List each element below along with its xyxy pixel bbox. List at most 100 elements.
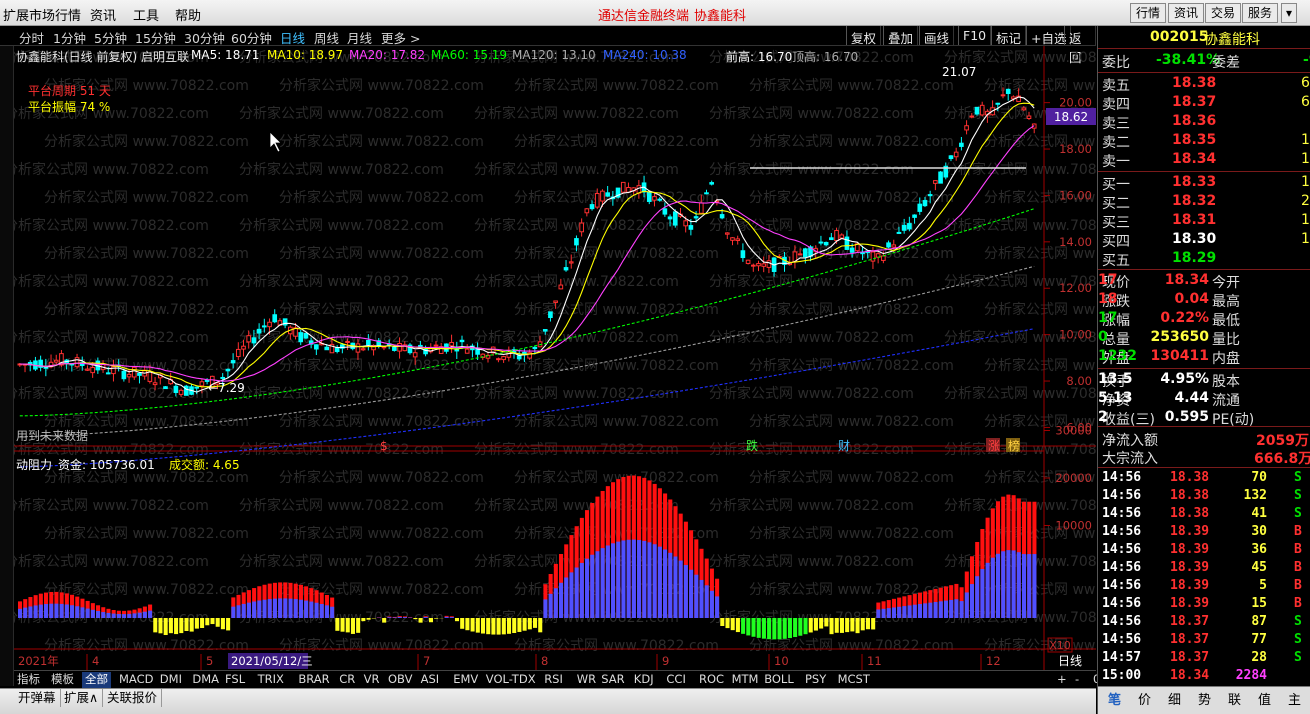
- volume-bar-main: [90, 609, 95, 618]
- volume-bar-main: [298, 599, 303, 618]
- indicator-tab-emv[interactable]: EMV: [450, 672, 481, 688]
- period-more[interactable]: 更多 >: [381, 28, 420, 47]
- volume-bar-down: [777, 618, 782, 640]
- indicator-tab-mcst[interactable]: MCST: [835, 672, 873, 688]
- volume-bar-main: [600, 548, 605, 618]
- indicator-tab-[interactable]: 全部: [82, 672, 111, 688]
- period-timeshare[interactable]: 分时: [19, 28, 44, 47]
- overlay-button[interactable]: 叠加: [883, 26, 919, 46]
- volume-bar-down: [829, 618, 834, 635]
- indicator-tab-asi[interactable]: ASI: [418, 672, 443, 688]
- kline-chart[interactable]: 分析家公式网 www.70822.com 分析家公式网 www.70822.com…: [14, 46, 1096, 676]
- volume-bar-main: [148, 610, 153, 618]
- info-button[interactable]: 资讯: [1168, 3, 1205, 23]
- volume-bar-main: [621, 540, 626, 618]
- indicator-tab-[interactable]: 指标: [14, 672, 43, 688]
- dropdown-arrow-icon[interactable]: ▾: [1281, 3, 1298, 23]
- period-5min[interactable]: 5分钟: [94, 28, 127, 47]
- volume-bar-main: [663, 549, 668, 618]
- indicator-tab-[interactable]: 模板: [48, 672, 77, 688]
- menu-help[interactable]: 帮助: [175, 5, 201, 24]
- candle-body: [683, 220, 688, 227]
- tick-side: B: [1294, 524, 1302, 539]
- quote-button[interactable]: 行情: [1130, 3, 1167, 23]
- period-30min[interactable]: 30分钟: [184, 28, 225, 47]
- volume-bar-main: [626, 539, 631, 618]
- indicator-tab-brar[interactable]: BRAR: [295, 672, 332, 688]
- period-weekly[interactable]: 周线: [314, 28, 339, 47]
- menu-news[interactable]: 资讯: [90, 5, 116, 24]
- volume-bar-main: [923, 603, 928, 618]
- indicator-tab-rsi[interactable]: RSI: [541, 672, 566, 688]
- indicator-tab-dmi[interactable]: DMI: [157, 672, 185, 688]
- period-monthly[interactable]: 月线: [347, 28, 372, 47]
- menu-expand-market[interactable]: 扩展市场行情: [3, 5, 81, 24]
- volume-bar-down: [782, 618, 787, 639]
- left-side-tab[interactable]: [0, 26, 14, 686]
- volume-bar-main: [689, 569, 694, 618]
- watermark-text: 分析家公式网 www.70822.com: [984, 357, 1096, 374]
- quote-tab-3[interactable]: 势: [1198, 689, 1211, 708]
- indicator-tab-cr[interactable]: CR: [336, 672, 358, 688]
- f10-button[interactable]: F10: [958, 26, 992, 45]
- indicator-tab-vr[interactable]: VR: [361, 672, 383, 688]
- candle-body: [563, 267, 569, 271]
- period-daily[interactable]: 日线: [280, 28, 305, 47]
- tick-side: S: [1294, 488, 1302, 503]
- weicha-value: -9: [1303, 52, 1310, 68]
- quote-tab-6[interactable]: 主: [1288, 689, 1301, 708]
- danmaku-toggle[interactable]: 开弹幕: [14, 689, 61, 707]
- period-1min[interactable]: 1分钟: [53, 28, 86, 47]
- indicator-tab-wr[interactable]: WR: [574, 672, 599, 688]
- bid-row: 买四 18.30 1: [1098, 231, 1310, 250]
- indicator-tab-kdj[interactable]: KDJ: [631, 672, 657, 688]
- indicator-tab-mtm[interactable]: MTM: [729, 672, 762, 688]
- quote-tab-5[interactable]: 值: [1258, 689, 1271, 708]
- indicator-tab-boll[interactable]: BOLL: [761, 672, 797, 688]
- quote-tab-4[interactable]: 联: [1228, 689, 1241, 708]
- back-button[interactable]: 返回: [1064, 26, 1096, 65]
- volume-bar-main: [569, 572, 574, 618]
- volume-bar-main: [116, 613, 121, 618]
- zoom-in-button[interactable]: +: [1054, 672, 1070, 688]
- price-tick-label: 18.00: [1059, 142, 1092, 156]
- indicator-tab-sar[interactable]: SAR: [598, 672, 627, 688]
- quote-tab-0[interactable]: 笔: [1108, 689, 1121, 708]
- menu-tools[interactable]: 工具: [133, 5, 159, 24]
- mark-button[interactable]: 标记: [991, 26, 1027, 46]
- expand-button[interactable]: 扩展∧: [60, 689, 104, 707]
- trade-button[interactable]: 交易: [1205, 3, 1242, 23]
- indicator-tab-psy[interactable]: PSY: [802, 672, 829, 688]
- event-marker: 涨: [988, 438, 1000, 453]
- candle-body: [803, 248, 808, 258]
- tick-price: 18.39: [1170, 560, 1210, 575]
- indicator-tab-dma[interactable]: DMA: [189, 672, 222, 688]
- indicator-tab-obv[interactable]: OBV: [385, 672, 415, 688]
- period-60min[interactable]: 60分钟: [231, 28, 272, 47]
- candle-body: [261, 325, 267, 328]
- indicator-tab-voltdx[interactable]: VOL-TDX: [483, 672, 539, 688]
- candle-body: [740, 250, 746, 259]
- indicator-tab-cci[interactable]: CCI: [663, 672, 688, 688]
- quote-tab-1[interactable]: 价: [1138, 689, 1151, 708]
- period-15min[interactable]: 15分钟: [135, 28, 176, 47]
- ask-label: 卖二: [1102, 135, 1130, 151]
- adjust-button[interactable]: 复权: [846, 26, 882, 46]
- cursor-date: 2021/05/12/三: [231, 654, 313, 668]
- volume-bar-main: [75, 606, 80, 618]
- candle-body: [251, 337, 257, 344]
- zoom-out-button[interactable]: -: [1072, 672, 1082, 688]
- tick-row: 15:00 18.34 2284: [1098, 668, 1310, 686]
- indicator-tab-macd[interactable]: MACD: [116, 672, 156, 688]
- drawline-button[interactable]: 画线: [919, 26, 955, 46]
- volume-bar-down: [855, 618, 860, 634]
- indicator-tab-roc[interactable]: ROC: [696, 672, 727, 688]
- service-button[interactable]: 服务: [1242, 3, 1279, 23]
- quote-tab-2[interactable]: 细: [1168, 689, 1181, 708]
- watermark-text: 分析家公式网 www.70822.com: [239, 553, 444, 570]
- ask-price: 18.34: [1172, 151, 1217, 167]
- related-quote-button[interactable]: 关联报价: [103, 689, 163, 707]
- indicator-tab-trix[interactable]: TRIX: [255, 672, 287, 688]
- stat-value: 2: [1098, 409, 1108, 425]
- indicator-tab-fsl[interactable]: FSL: [222, 672, 248, 688]
